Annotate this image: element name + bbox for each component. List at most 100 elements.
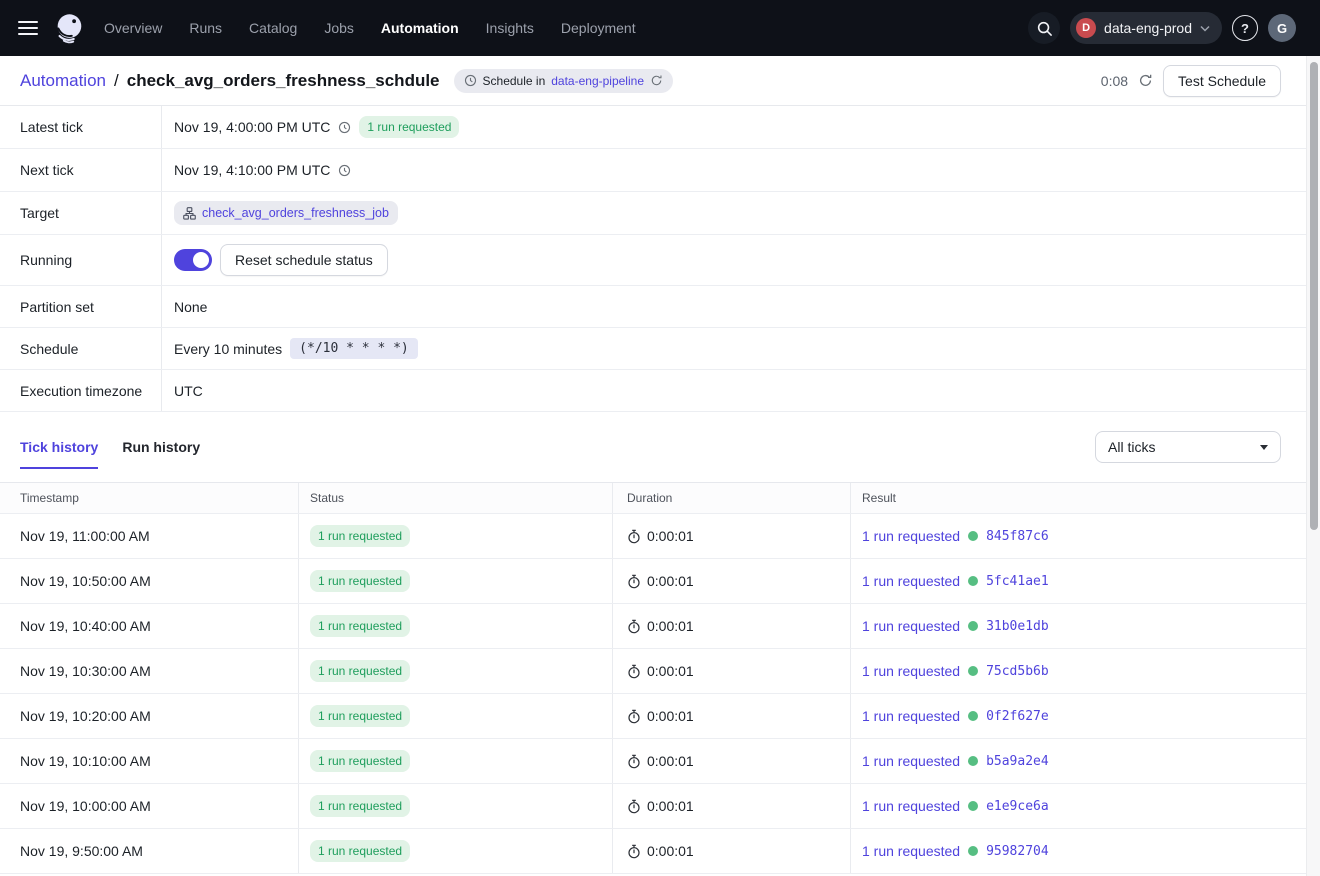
target-job-chip[interactable]: check_avg_orders_freshness_job	[174, 201, 398, 225]
column-header-status: Status	[299, 483, 613, 513]
table-row: Nov 19, 11:00:00 AM 1 run requested 0:00…	[0, 514, 1306, 559]
stopwatch-icon	[628, 709, 640, 723]
nav-item-overview[interactable]: Overview	[104, 20, 162, 36]
column-header-timestamp: Timestamp	[0, 483, 299, 513]
scrollbar-thumb[interactable]	[1309, 62, 1318, 530]
schedule-repo-badge: Schedule in data-eng-pipeline	[453, 68, 673, 93]
latest-tick-timestamp: Nov 19, 4:00:00 PM UTC	[174, 119, 331, 135]
status-badge: 1 run requested	[310, 660, 411, 682]
run-id-link[interactable]: 0f2f627e	[986, 709, 1049, 724]
table-row: Nov 19, 10:00:00 AM 1 run requested 0:00…	[0, 784, 1306, 829]
nav-item-automation[interactable]: Automation	[381, 20, 459, 36]
stopwatch-icon	[628, 574, 640, 588]
page-title: check_avg_orders_freshness_schdule	[126, 70, 440, 90]
run-id-link[interactable]: 95982704	[986, 844, 1049, 859]
dagster-logo-icon[interactable]	[52, 11, 86, 45]
timezone-value: UTC	[174, 382, 203, 399]
status-badge: 1 run requested	[310, 615, 411, 637]
latest-tick-status-badge: 1 run requested	[359, 116, 460, 138]
tick-timestamp: Nov 19, 10:30:00 AM	[20, 663, 151, 679]
nav-item-runs[interactable]: Runs	[189, 20, 222, 36]
table-header-row: Timestamp Status Duration Result	[0, 483, 1306, 514]
reset-schedule-status-button[interactable]: Reset schedule status	[220, 244, 388, 276]
stopwatch-icon	[628, 799, 640, 813]
status-badge: 1 run requested	[310, 795, 411, 817]
vertical-scrollbar[interactable]	[1306, 56, 1320, 876]
deployment-initial-badge: D	[1076, 18, 1097, 38]
deployment-name: data-eng-prod	[1104, 20, 1192, 36]
schedule-description: Every 10 minutes	[174, 340, 283, 357]
tick-duration: 0:00:01	[647, 618, 694, 634]
runs-requested-link[interactable]: 1 run requested	[862, 843, 960, 859]
help-button[interactable]: ?	[1232, 15, 1258, 41]
nav-item-deployment[interactable]: Deployment	[561, 20, 636, 36]
question-mark-icon: ?	[1241, 20, 1249, 36]
run-success-dot-icon	[968, 711, 979, 721]
run-id-link[interactable]: 31b0e1db	[986, 619, 1049, 634]
breadcrumb-automation-link[interactable]: Automation	[20, 71, 106, 91]
nav-item-jobs[interactable]: Jobs	[324, 20, 354, 36]
run-id-link[interactable]: 5fc41ae1	[986, 574, 1049, 589]
search-button[interactable]	[1028, 12, 1061, 44]
table-row: Nov 19, 10:20:00 AM 1 run requested 0:00…	[0, 694, 1306, 739]
run-id-link[interactable]: b5a9a2e4	[986, 754, 1049, 769]
refresh-countdown: 0:08	[1100, 72, 1129, 89]
tick-timestamp: Nov 19, 10:20:00 AM	[20, 708, 151, 724]
user-avatar[interactable]: G	[1268, 14, 1296, 42]
partition-set-value: None	[174, 298, 208, 315]
run-id-link[interactable]: 845f87c6	[986, 529, 1049, 544]
tick-duration: 0:00:01	[647, 753, 694, 769]
status-badge: 1 run requested	[310, 705, 411, 727]
detail-label: Partition set	[0, 286, 162, 327]
detail-row-next-tick: Next tick Nov 19, 4:10:00 PM UTC	[0, 149, 1306, 192]
table-row: Nov 19, 10:10:00 AM 1 run requested 0:00…	[0, 739, 1306, 784]
history-tabs: Tick history Run history All ticks	[0, 412, 1306, 469]
runs-requested-link[interactable]: 1 run requested	[862, 753, 960, 769]
runs-requested-link[interactable]: 1 run requested	[862, 573, 960, 589]
tick-filter-select[interactable]: All ticks	[1095, 431, 1281, 463]
runs-requested-link[interactable]: 1 run requested	[862, 663, 960, 679]
runs-requested-link[interactable]: 1 run requested	[862, 618, 960, 634]
job-graph-icon	[183, 206, 196, 220]
table-row: Nov 19, 10:30:00 AM 1 run requested 0:00…	[0, 649, 1306, 694]
breadcrumb-separator: /	[114, 70, 119, 90]
tick-duration: 0:00:01	[647, 528, 694, 544]
nav-item-catalog[interactable]: Catalog	[249, 20, 297, 36]
target-job-link[interactable]: check_avg_orders_freshness_job	[202, 206, 389, 220]
test-schedule-button[interactable]: Test Schedule	[1163, 64, 1281, 97]
column-header-duration: Duration	[613, 483, 851, 513]
run-id-link[interactable]: e1e9ce6a	[986, 799, 1049, 814]
tick-duration: 0:00:01	[647, 663, 694, 679]
detail-row-partition-set: Partition set None	[0, 286, 1306, 328]
refresh-icon[interactable]	[1138, 73, 1153, 88]
detail-row-running: Running Reset schedule status	[0, 235, 1306, 286]
status-badge: 1 run requested	[310, 570, 411, 592]
tick-filter-value: All ticks	[1108, 439, 1156, 455]
status-badge: 1 run requested	[310, 525, 411, 547]
tab-run-history[interactable]: Run history	[122, 439, 200, 469]
detail-row-schedule: Schedule Every 10 minutes (*/10 * * * *)	[0, 328, 1306, 370]
runs-requested-link[interactable]: 1 run requested	[862, 708, 960, 724]
tick-timestamp: Nov 19, 10:00:00 AM	[20, 798, 151, 814]
detail-row-latest-tick: Latest tick Nov 19, 4:00:00 PM UTC 1 run…	[0, 106, 1306, 149]
run-id-link[interactable]: 75cd5b6b	[986, 664, 1049, 679]
deployment-switcher[interactable]: D data-eng-prod	[1070, 12, 1222, 44]
detail-label: Latest tick	[0, 106, 162, 148]
status-badge: 1 run requested	[310, 750, 411, 772]
reload-location-icon[interactable]	[650, 74, 663, 87]
runs-requested-link[interactable]: 1 run requested	[862, 798, 960, 814]
nav-item-insights[interactable]: Insights	[486, 20, 534, 36]
tab-tick-history[interactable]: Tick history	[20, 439, 99, 469]
tick-timestamp: Nov 19, 10:40:00 AM	[20, 618, 151, 634]
stopwatch-icon	[628, 754, 640, 768]
runs-requested-link[interactable]: 1 run requested	[862, 528, 960, 544]
chevron-down-icon	[1200, 25, 1210, 32]
clock-icon	[339, 164, 351, 176]
running-toggle[interactable]	[174, 249, 212, 271]
breadcrumb-bar: Automation / check_avg_orders_freshness_…	[0, 56, 1306, 106]
next-tick-timestamp: Nov 19, 4:10:00 PM UTC	[174, 162, 331, 178]
repo-link[interactable]: data-eng-pipeline	[551, 74, 644, 88]
run-success-dot-icon	[968, 666, 979, 676]
hamburger-menu-icon[interactable]	[18, 20, 38, 36]
cron-expression-chip: (*/10 * * * *)	[290, 338, 418, 359]
